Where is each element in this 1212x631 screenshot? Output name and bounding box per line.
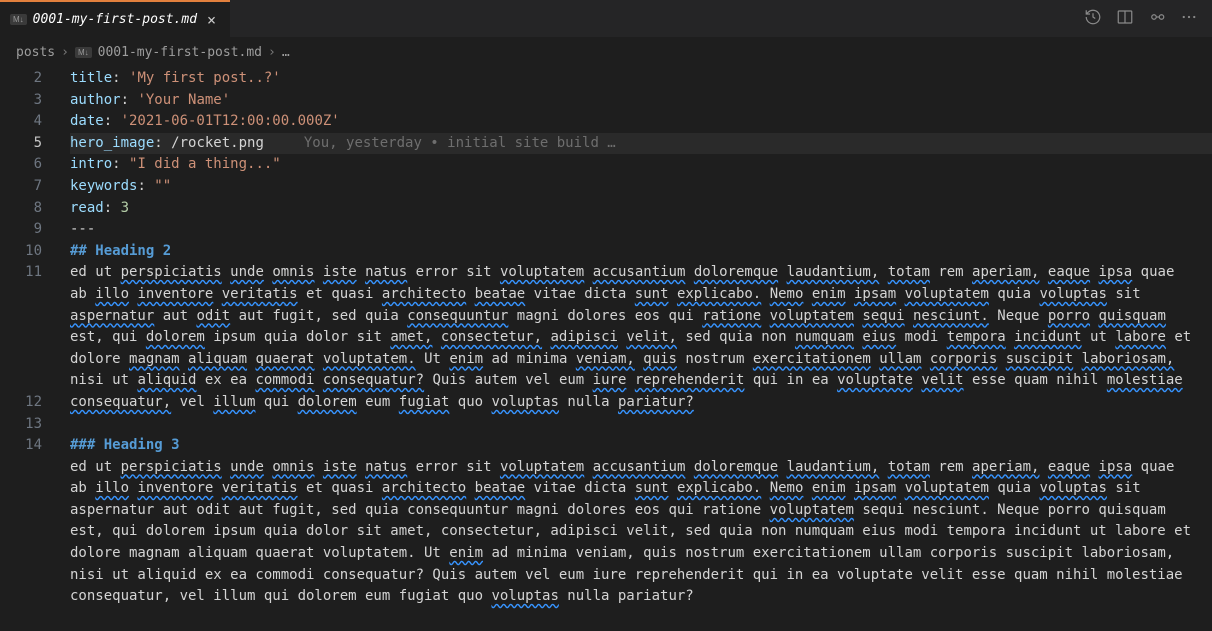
line-number: 8 <box>0 198 64 220</box>
line-number: 3 <box>0 90 64 112</box>
preview-icon[interactable] <box>1148 8 1166 30</box>
chevron-right-icon: › <box>268 45 276 60</box>
breadcrumb-folder[interactable]: posts <box>16 45 55 60</box>
breadcrumb-tail[interactable]: … <box>282 45 290 60</box>
code-line[interactable]: author: 'Your Name' <box>70 90 1212 112</box>
editor[interactable]: 234567891011 121314 title: 'My first post… <box>0 66 1212 631</box>
line-number: 11 <box>0 262 64 284</box>
code-line[interactable]: read: 3 <box>70 198 1212 220</box>
paragraph[interactable]: ed ut perspiciatis unde omnis iste natus… <box>70 457 1212 608</box>
line-number <box>0 284 64 306</box>
tab-spacer <box>230 0 1070 37</box>
line-number-gutter: 234567891011 121314 <box>0 66 64 631</box>
close-icon[interactable]: × <box>203 11 220 29</box>
chevron-right-icon: › <box>61 45 69 60</box>
line-number <box>0 478 64 500</box>
line-number <box>0 327 64 349</box>
line-number <box>0 500 64 522</box>
tab-actions <box>1070 0 1212 37</box>
line-number <box>0 543 64 565</box>
line-number: 9 <box>0 219 64 241</box>
code-line[interactable]: title: 'My first post..?' <box>70 68 1212 90</box>
line-number: 4 <box>0 111 64 133</box>
markdown-badge-icon: M↓ <box>10 14 27 25</box>
code-line[interactable]: intro: "I did a thing..." <box>70 154 1212 176</box>
more-actions-icon[interactable] <box>1180 8 1198 30</box>
code-line[interactable]: keywords: "" <box>70 176 1212 198</box>
markdown-badge-icon: M↓ <box>75 47 92 58</box>
line-number <box>0 349 64 371</box>
line-number <box>0 457 64 479</box>
tab-bar: M↓ 0001-my-first-post.md × <box>0 0 1212 38</box>
line-number: 6 <box>0 154 64 176</box>
line-number <box>0 521 64 543</box>
editor-tab[interactable]: M↓ 0001-my-first-post.md × <box>0 0 230 37</box>
code-area[interactable]: title: 'My first post..?'author: 'Your N… <box>64 66 1212 631</box>
code-line[interactable]: date: '2021-06-01T12:00:00.000Z' <box>70 111 1212 133</box>
code-line[interactable] <box>70 414 1212 436</box>
line-number: 14 <box>0 435 64 457</box>
code-line[interactable]: --- <box>70 219 1212 241</box>
tab-title: 0001-my-first-post.md <box>33 12 197 27</box>
line-number <box>0 306 64 328</box>
line-number: 5 <box>0 133 64 155</box>
paragraph[interactable]: ed ut perspiciatis unde omnis iste natus… <box>70 262 1212 413</box>
line-number: 12 <box>0 392 64 414</box>
breadcrumb-file[interactable]: 0001-my-first-post.md <box>98 45 262 60</box>
line-number: 10 <box>0 241 64 263</box>
line-number: 2 <box>0 68 64 90</box>
history-icon[interactable] <box>1084 8 1102 30</box>
code-line[interactable]: ### Heading 3 <box>70 435 1212 457</box>
line-number: 13 <box>0 414 64 436</box>
line-number: 7 <box>0 176 64 198</box>
code-line[interactable]: ## Heading 2 <box>70 241 1212 263</box>
breadcrumbs[interactable]: posts › M↓ 0001-my-first-post.md › … <box>0 38 1212 66</box>
git-blame-annotation: You, yesterday • initial site build … <box>264 135 616 151</box>
line-number <box>0 370 64 392</box>
split-editor-icon[interactable] <box>1116 8 1134 30</box>
code-line[interactable]: hero_image: /rocket.pngYou, yesterday • … <box>70 133 1212 155</box>
